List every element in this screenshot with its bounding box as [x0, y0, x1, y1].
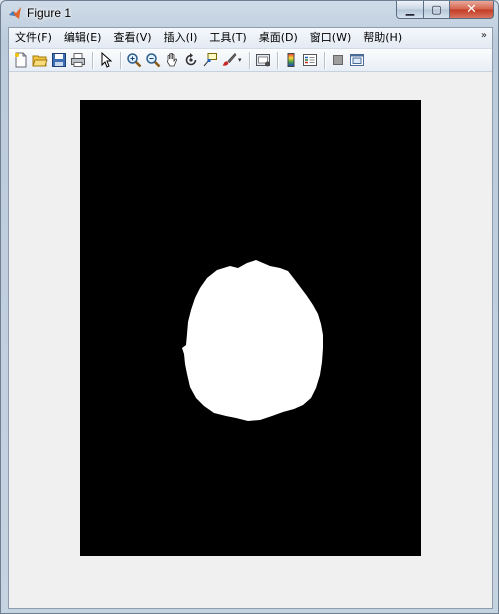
zoom-out-icon[interactable]	[144, 51, 162, 69]
show-plot-tools-icon[interactable]	[348, 51, 366, 69]
toolbar-separator	[323, 51, 325, 69]
title-bar[interactable]: Figure 1 ▁ ▢ ✕	[1, 1, 498, 25]
menu-tools[interactable]: 工具(T)	[203, 29, 252, 47]
edit-plot-arrow-icon[interactable]	[97, 51, 115, 69]
minimize-icon: ▁	[405, 3, 415, 16]
toolbar-separator	[92, 51, 93, 69]
hide-plot-tools-icon[interactable]	[329, 51, 347, 69]
image-axes[interactable]	[80, 100, 421, 556]
open-file-icon[interactable]	[31, 51, 49, 69]
close-button[interactable]: ✕	[450, 1, 494, 19]
window-title: Figure 1	[27, 6, 72, 20]
menu-view[interactable]: 查看(V)	[107, 29, 157, 47]
maximize-icon: ▢	[431, 3, 442, 16]
save-icon[interactable]	[50, 51, 68, 69]
figure-toolbar: ▾	[9, 49, 492, 72]
matlab-logo-icon	[9, 7, 21, 19]
pan-hand-icon[interactable]	[163, 51, 181, 69]
menu-edit[interactable]: 编辑(E)	[58, 29, 108, 47]
binary-image	[80, 100, 421, 556]
menu-file[interactable]: 文件(F)	[9, 29, 58, 47]
brush-dropdown-chevron-icon[interactable]: ▾	[238, 56, 242, 64]
menu-help[interactable]: 帮助(H)	[357, 29, 408, 47]
data-cursor-icon[interactable]	[201, 51, 219, 69]
menu-bar: 文件(F) 编辑(E) 查看(V) 插入(I) 工具(T) 桌面(D) 窗口(W…	[9, 28, 492, 49]
menu-window[interactable]: 窗口(W)	[304, 29, 357, 47]
maximize-button[interactable]: ▢	[424, 1, 450, 19]
close-icon: ✕	[466, 2, 477, 17]
window-client-area: 文件(F) 编辑(E) 查看(V) 插入(I) 工具(T) 桌面(D) 窗口(W…	[8, 27, 493, 609]
minimize-button[interactable]: ▁	[396, 1, 424, 19]
rotate-3d-icon[interactable]	[182, 51, 200, 69]
toolbar-separator	[248, 51, 250, 69]
new-figure-icon[interactable]	[12, 51, 30, 69]
menu-desktop[interactable]: 桌面(D)	[253, 29, 304, 47]
figure-canvas[interactable]	[9, 73, 492, 608]
menu-overflow-chevron-icon[interactable]: »	[481, 30, 487, 41]
brush-icon[interactable]	[220, 51, 238, 69]
insert-legend-icon[interactable]	[301, 51, 319, 69]
toolbar-separator	[276, 51, 278, 69]
insert-colorbar-icon[interactable]	[282, 51, 300, 69]
figure-window: Figure 1 ▁ ▢ ✕ 文件(F) 编辑(E) 查看(V) 插入(I) 工…	[0, 0, 499, 614]
toolbar-separator	[120, 51, 121, 69]
print-icon[interactable]	[69, 51, 87, 69]
menu-insert[interactable]: 插入(I)	[158, 29, 204, 47]
link-plot-icon[interactable]	[254, 51, 272, 69]
zoom-in-icon[interactable]	[125, 51, 143, 69]
